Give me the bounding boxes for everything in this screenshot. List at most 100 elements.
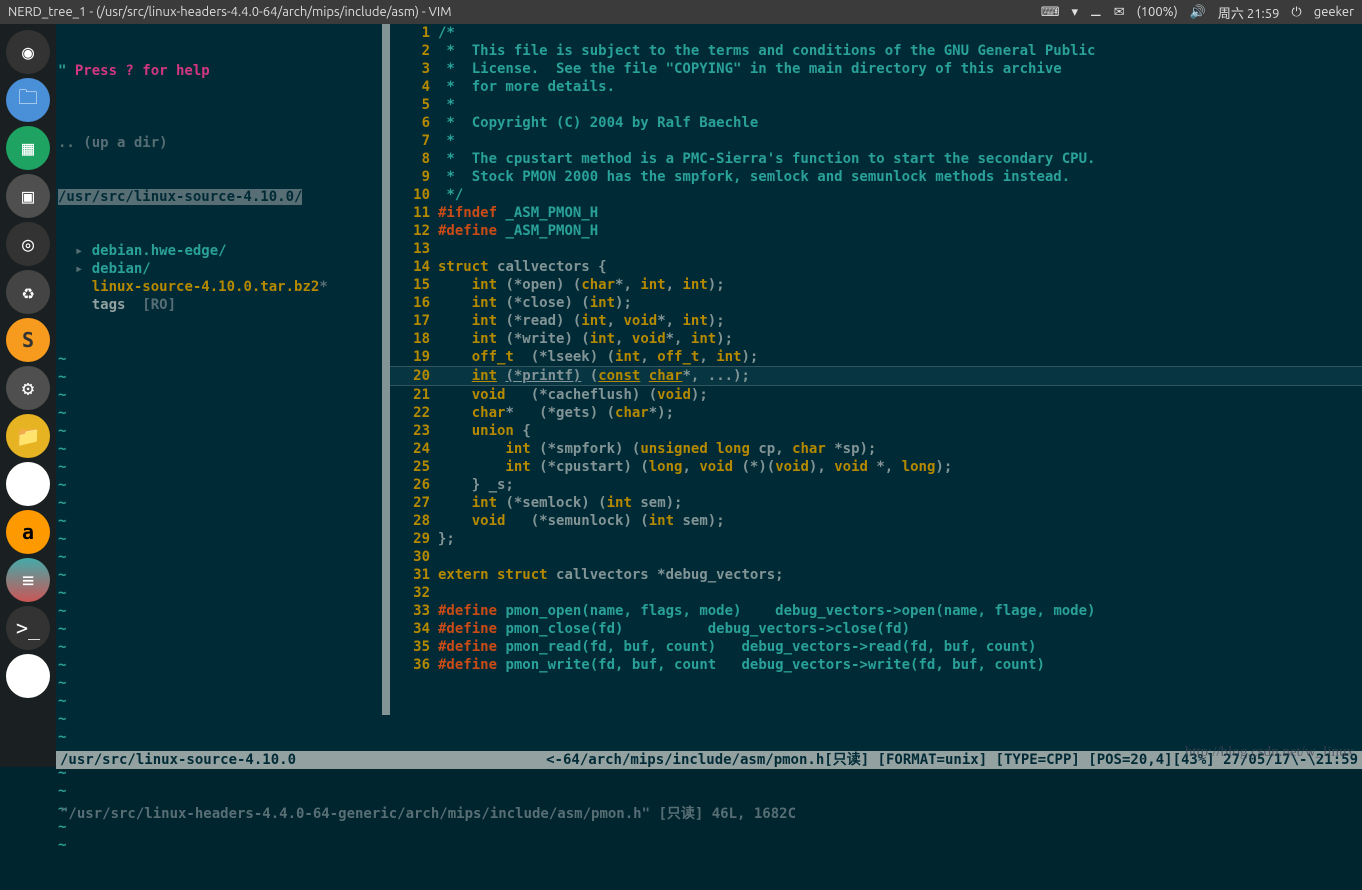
vertical-split[interactable] (382, 24, 390, 715)
code-pane[interactable]: 1/*2 * This file is subject to the terms… (390, 24, 1362, 715)
code-line[interactable]: 12#define _ASM_PMON_H (396, 222, 1362, 240)
window-title: NERD_tree_1 - (/usr/src/linux-headers-4.… (8, 5, 1041, 19)
code-line[interactable]: 7 * (396, 132, 1362, 150)
clock-text[interactable]: 周六 21:59 (1218, 3, 1280, 22)
empty-line-tilde: ~ (58, 656, 382, 674)
code-line[interactable]: 18 int (*write) (int, void*, int); (396, 330, 1362, 348)
code-line[interactable]: 11#ifndef _ASM_PMON_H (396, 204, 1362, 222)
empty-line-tilde: ~ (58, 530, 382, 548)
code-line[interactable]: 6 * Copyright (C) 2004 by Ralf Baechle (396, 114, 1362, 132)
code-line[interactable]: 26 } _s; (396, 476, 1362, 494)
code-line[interactable]: 4 * for more details. (396, 78, 1362, 96)
code-line[interactable]: 31extern struct callvectors *debug_vecto… (396, 566, 1362, 584)
nerdtree-item[interactable]: linux-source-4.10.0.tar.bz2* (58, 278, 382, 296)
wifi-icon[interactable]: ▾ (1072, 5, 1079, 20)
software-icon[interactable]: ▦ (6, 126, 50, 170)
code-line[interactable]: 21 void (*cacheflush) (void); (396, 386, 1362, 404)
empty-line-tilde: ~ (58, 566, 382, 584)
code-line[interactable]: 15 int (*open) (char*, int, int); (396, 276, 1362, 294)
code-line[interactable]: 24 int (*smpfork) (unsigned long cp, cha… (396, 440, 1362, 458)
code-line[interactable]: 34#define pmon_close(fd) debug_vectors->… (396, 620, 1362, 638)
code-line[interactable]: 33#define pmon_open(name, flags, mode) d… (396, 602, 1362, 620)
code-line[interactable]: 22 char* (*gets) (char*); (396, 404, 1362, 422)
empty-line-tilde: ~ (58, 458, 382, 476)
nerdtree-item[interactable]: tags [RO] (58, 296, 382, 314)
obs-icon[interactable]: ◎ (6, 222, 50, 266)
power-icon[interactable]: ⏻ (1291, 5, 1301, 20)
recycle-icon[interactable]: ♻ (6, 270, 50, 314)
username-text[interactable]: geeker (1314, 5, 1354, 19)
code-line[interactable]: 5 * (396, 96, 1362, 114)
empty-line-tilde: ~ (58, 638, 382, 656)
code-line[interactable]: 25 int (*cpustart) (long, void (*)(void)… (396, 458, 1362, 476)
nerdtree-pane[interactable]: " Press ? for help .. (up a dir) /usr/sr… (56, 24, 382, 715)
settings-icon[interactable]: ⚙ (6, 366, 50, 410)
terminal-icon[interactable]: >_ (6, 606, 50, 650)
empty-line-tilde: ~ (58, 476, 382, 494)
empty-line-tilde: ~ (58, 350, 382, 368)
code-line[interactable]: 36#define pmon_write(fd, buf, count debu… (396, 656, 1362, 674)
code-line[interactable]: 17 int (*read) (int, void*, int); (396, 312, 1362, 330)
nerdtree-updir[interactable]: .. (up a dir) (58, 134, 382, 152)
code-line[interactable]: 1/* (396, 24, 1362, 42)
statusline-left: /usr/src/linux-source-4.10.0 (56, 751, 300, 769)
empty-line-tilde: ~ (58, 404, 382, 422)
code-line[interactable]: 20 int (*printf) (const char*, ...); (390, 366, 1362, 386)
empty-line-tilde: ~ (58, 602, 382, 620)
code-line[interactable]: 30 (396, 548, 1362, 566)
battery-text[interactable]: (100%) (1137, 5, 1178, 19)
code-line[interactable]: 28 void (*semunlock) (int sem); (396, 512, 1362, 530)
empty-line-tilde: ~ (58, 620, 382, 638)
code-line[interactable]: 13 (396, 240, 1362, 258)
amazon-icon[interactable]: a (6, 510, 50, 554)
empty-line-tilde: ~ (58, 512, 382, 530)
code-line[interactable]: 8 * The cpustart method is a PMC-Sierra'… (396, 150, 1362, 168)
files-icon[interactable]: 🗀 (6, 78, 50, 122)
code-line[interactable]: 16 int (*close) (int); (396, 294, 1362, 312)
vim-editor[interactable]: " Press ? for help .. (up a dir) /usr/sr… (56, 24, 1362, 767)
empty-line-tilde: ~ (58, 440, 382, 458)
empty-line-tilde: ~ (58, 386, 382, 404)
nerdtree-selected[interactable]: /usr/src/linux-source-4.10.0/ (58, 188, 382, 206)
code-line[interactable]: 19 off_t (*lseek) (int, off_t, int); (396, 348, 1362, 366)
code-line[interactable]: 27 int (*semlock) (int sem); (396, 494, 1362, 512)
empty-line-tilde: ~ (58, 548, 382, 566)
code-line[interactable]: 3 * License. See the file "COPYING" in t… (396, 60, 1362, 78)
volume-icon[interactable]: 🔊 (1190, 5, 1206, 20)
empty-line-tilde: ~ (58, 782, 382, 800)
system-topbar: NERD_tree_1 - (/usr/src/linux-headers-4.… (0, 0, 1362, 24)
mail-icon[interactable]: ✉ (1114, 5, 1125, 20)
code-line[interactable]: 10 */ (396, 186, 1362, 204)
empty-line-tilde: ~ (58, 674, 382, 692)
code-line[interactable]: 14struct callvectors { (396, 258, 1362, 276)
code-line[interactable]: 9 * Stock PMON 2000 has the smpfork, sem… (396, 168, 1362, 186)
system-tray[interactable]: ⌨ ▾ ⚊ ✉ (100%) 🔊 周六 21:59 ⏻ geeker (1041, 3, 1354, 22)
keyboard-icon[interactable]: ⌨ (1041, 5, 1060, 20)
code-line[interactable]: 35#define pmon_read(fd, buf, count) debu… (396, 638, 1362, 656)
dash-icon[interactable]: ◉ (6, 30, 50, 74)
statusbar: /usr/src/linux-source-4.10.0 <-64/arch/m… (56, 715, 1362, 767)
chrome-icon[interactable]: ◉ (6, 462, 50, 506)
unity-launcher[interactable]: ◉ 🗀 ▦ ▣ ◎ ♻ S ⚙ 📁 ◉ a ≡ >_ ◗ (0, 24, 56, 767)
folder-icon[interactable]: 📁 (6, 414, 50, 458)
code-line[interactable]: 23 union { (396, 422, 1362, 440)
command-message: "/usr/src/linux-headers-4.4.0-64-generic… (56, 805, 1362, 823)
statusline-mid (300, 751, 393, 769)
code-line[interactable]: 2 * This file is subject to the terms an… (396, 42, 1362, 60)
empty-line-tilde: ~ (58, 494, 382, 512)
sublime-icon[interactable]: S (6, 318, 50, 362)
empty-line-tilde: ~ (58, 836, 382, 854)
empty-line-tilde: ~ (58, 368, 382, 386)
empty-line-tilde: ~ (58, 422, 382, 440)
disk-icon[interactable]: ◗ (6, 654, 50, 698)
empty-line-tilde: ~ (58, 584, 382, 602)
code-line[interactable]: 32 (396, 584, 1362, 602)
empty-line-tilde: ~ (58, 692, 382, 710)
nerdtree-item[interactable]: ▸ debian.hwe-edge/ (58, 242, 382, 260)
nerdtree-help: " Press ? for help (58, 62, 382, 80)
bluetooth-icon[interactable]: ⚊ (1090, 5, 1102, 20)
image-viewer-icon[interactable]: ▣ (6, 174, 50, 218)
nerdtree-item[interactable]: ▸ debian/ (58, 260, 382, 278)
stack-icon[interactable]: ≡ (6, 558, 50, 602)
code-line[interactable]: 29}; (396, 530, 1362, 548)
